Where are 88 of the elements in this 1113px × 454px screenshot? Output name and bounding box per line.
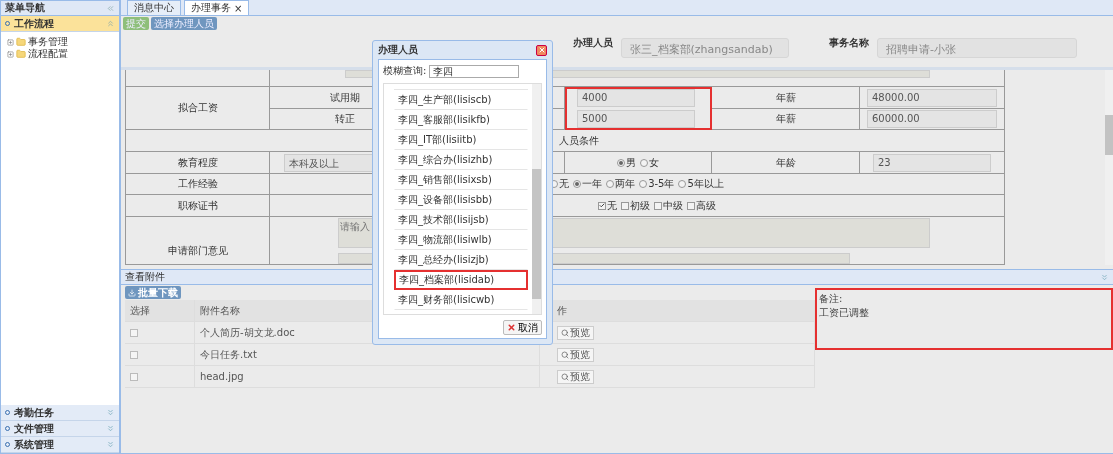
radio-option[interactable]: 3-5年 xyxy=(639,177,675,191)
list-item[interactable]: 李四_物流部(lisiwlb) xyxy=(394,230,528,250)
checkbox[interactable] xyxy=(130,372,138,381)
checkbox-option[interactable]: 初级 xyxy=(621,198,650,213)
close-icon xyxy=(507,323,516,332)
radio-option[interactable]: 一年 xyxy=(573,177,603,191)
search-icon xyxy=(561,372,569,381)
row-label: 工作经验 xyxy=(177,177,218,191)
expand-icon[interactable] xyxy=(7,50,14,58)
checkbox-option[interactable]: 高级 xyxy=(687,198,716,213)
row-label: 年薪 xyxy=(775,90,796,105)
accordion-header[interactable]: 工作流程 xyxy=(1,16,119,32)
field-label: 备注: xyxy=(819,292,844,306)
row-label: 年薪 xyxy=(775,112,796,126)
row-label: 申请部门意见 xyxy=(167,244,228,258)
remark-field[interactable]: 备注: 工资已调整 xyxy=(815,288,1113,350)
row-label: 教育程度 xyxy=(177,155,218,170)
row-label: 职称证书 xyxy=(177,198,218,213)
collapse-icon[interactable] xyxy=(106,3,115,13)
dialog-title: 办理人员 xyxy=(378,43,418,57)
list-item[interactable]: 李四_综合办(lisizhb) xyxy=(394,150,528,170)
preview-button[interactable]: 预览 xyxy=(557,369,594,384)
section-title: 系统管理 xyxy=(14,437,55,452)
search-icon xyxy=(561,328,569,337)
check-icon xyxy=(599,202,605,209)
input-field[interactable]: 60000.00 xyxy=(867,110,997,128)
accordion-header[interactable]: 文件管理 xyxy=(1,421,119,437)
panel-title: 查看附件 xyxy=(125,270,165,284)
field-label: 办理人员 xyxy=(573,36,613,50)
input-field[interactable]: 5000 xyxy=(577,109,695,128)
accordion-header[interactable]: 考勤任务 xyxy=(1,405,119,421)
section-title: 考勤任务 xyxy=(14,405,55,420)
section-title: 文件管理 xyxy=(14,421,55,436)
checkbox-option[interactable]: 无 xyxy=(598,198,617,213)
row-label: 试用期 xyxy=(329,90,360,105)
list-item[interactable]: 李四_总经办(lisizjb) xyxy=(394,250,528,270)
list-item[interactable]: 李四_设备部(lisisbb) xyxy=(394,190,528,210)
list-item[interactable]: 李四_技术部(lisijsb) xyxy=(394,210,528,230)
tree-item[interactable]: 事务管理 xyxy=(28,35,68,49)
tab[interactable]: 办理事务 × xyxy=(184,0,250,15)
expand-icon[interactable] xyxy=(7,38,14,46)
accordion-header[interactable]: 系统管理 xyxy=(1,437,119,453)
field-label: 事务名称 xyxy=(829,36,869,50)
radio-option[interactable]: 两年 xyxy=(606,177,636,191)
expand-icon[interactable] xyxy=(1100,272,1109,282)
tab[interactable]: 消息中心 xyxy=(127,0,181,15)
radio-option[interactable]: 男 xyxy=(617,155,636,170)
input-field[interactable]: 23 xyxy=(873,153,991,172)
column-header: 选择 xyxy=(125,300,195,322)
expand-icon[interactable] xyxy=(106,440,115,449)
input-field[interactable]: 4000 xyxy=(577,88,695,107)
section-heading: 人员条件 xyxy=(559,133,599,148)
scrollbar[interactable] xyxy=(1105,70,1113,265)
row-label: 年龄 xyxy=(775,155,796,170)
list-item[interactable]: 李四_档案部(lisidab) xyxy=(394,270,528,290)
expand-icon[interactable] xyxy=(106,408,115,417)
list-item[interactable]: 李四_销售部(lisixsb) xyxy=(394,170,528,190)
row-label: 拟合工资 xyxy=(177,101,218,115)
list-item[interactable]: 李四_生产部(lisiscb) xyxy=(394,90,528,110)
row-label: 转正 xyxy=(334,112,355,126)
checkbox-option[interactable]: 中级 xyxy=(654,198,683,213)
section-title: 工作流程 xyxy=(14,16,55,31)
list-item[interactable]: 李四_客服部(lisikfb) xyxy=(394,110,528,130)
close-icon[interactable]: × xyxy=(234,2,243,14)
collapse-icon[interactable] xyxy=(106,19,115,28)
sidebar-title: 菜单导航 xyxy=(5,1,45,15)
preview-button[interactable]: 预览 xyxy=(557,325,594,340)
scrollbar[interactable] xyxy=(532,84,541,314)
download-icon xyxy=(128,288,136,297)
tree-item[interactable]: 流程配置 xyxy=(28,47,68,61)
remark-text: 工资已调整 xyxy=(819,306,870,320)
list-item[interactable]: 李四_IT部(lisiitb) xyxy=(394,130,528,150)
cancel-button[interactable]: 取消 xyxy=(503,320,542,335)
search-field[interactable]: 李四 xyxy=(429,64,520,78)
close-button[interactable] xyxy=(536,44,547,56)
checkbox[interactable] xyxy=(130,350,138,359)
radio-option[interactable]: 5年以上 xyxy=(678,177,724,191)
list-item[interactable]: 李四_财务部(lisicwb) xyxy=(394,290,528,310)
radio-option[interactable]: 女 xyxy=(640,155,659,170)
folder-icon xyxy=(16,49,26,59)
table-cell: head.jpg xyxy=(195,366,540,388)
search-icon xyxy=(561,350,569,359)
checkbox[interactable] xyxy=(130,328,138,337)
input-field[interactable]: 48000.00 xyxy=(867,88,997,107)
preview-button[interactable]: 预览 xyxy=(557,347,594,362)
field-label: 模糊查询: xyxy=(383,64,427,78)
expand-icon[interactable] xyxy=(106,424,115,433)
folder-icon xyxy=(16,37,26,47)
